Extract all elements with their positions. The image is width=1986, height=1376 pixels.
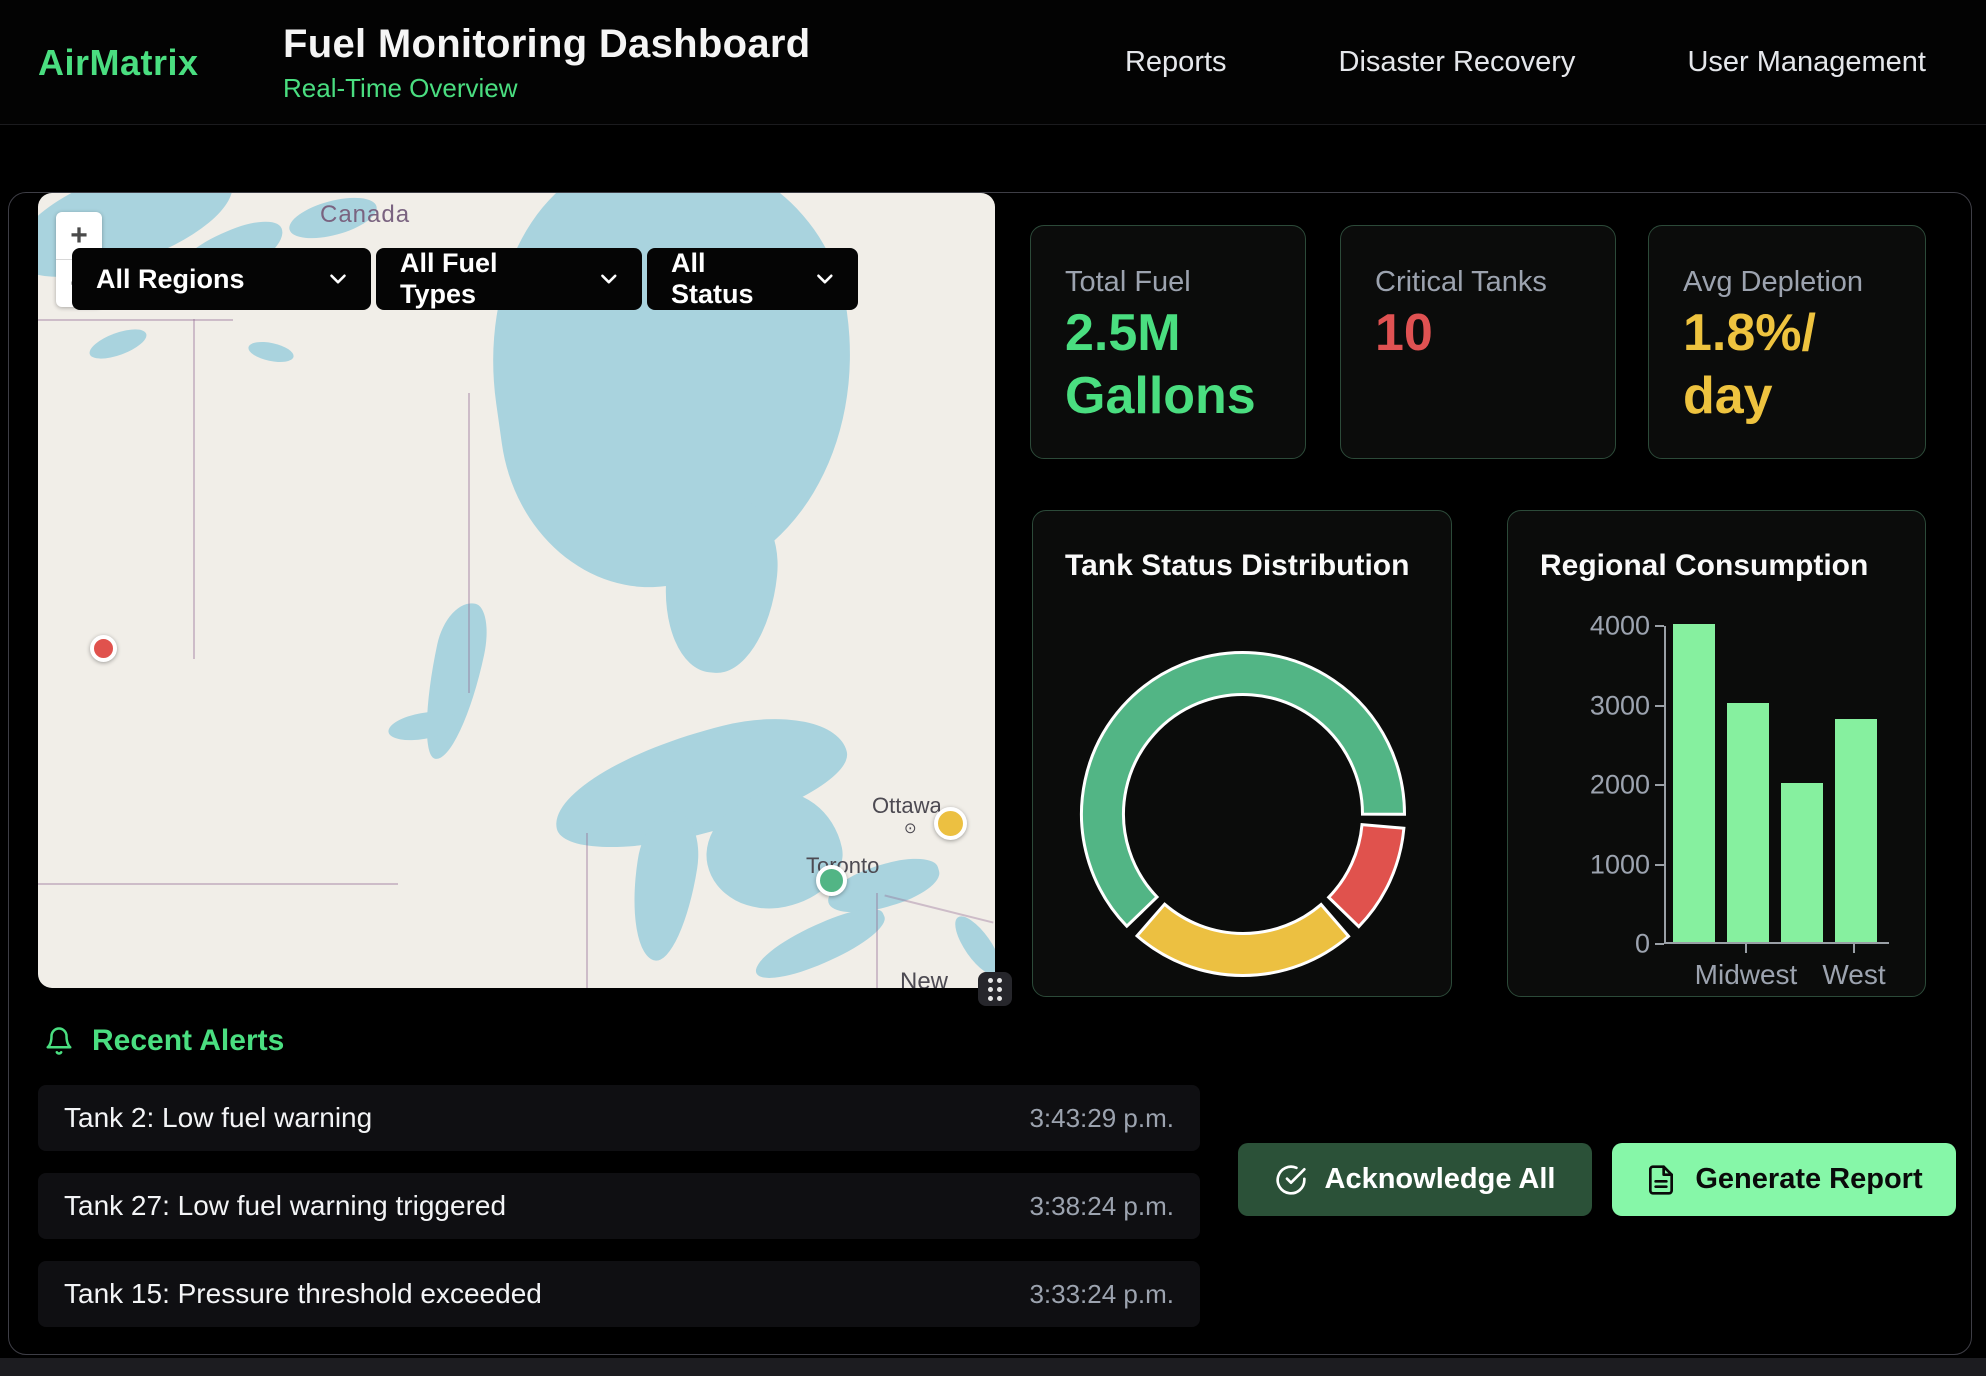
- y-tick-mark: [1655, 784, 1664, 786]
- stat-card-total-fuel: Total Fuel 2.5M Gallons: [1030, 225, 1306, 459]
- dashboard-root: AirMatrix Fuel Monitoring Dashboard Real…: [0, 0, 1986, 1376]
- boundary-line: [884, 894, 993, 923]
- page-subtitle: Real-Time Overview: [283, 73, 810, 104]
- y-tick-label: 1000: [1530, 849, 1650, 880]
- generate-report-button[interactable]: Generate Report: [1612, 1143, 1956, 1216]
- lake-shape: [247, 338, 296, 365]
- boundary-line: [38, 883, 398, 885]
- bar-West: [1835, 719, 1877, 942]
- fuel-type-filter-dropdown[interactable]: All Fuel Types: [376, 248, 642, 310]
- nav-item-user-management[interactable]: User Management: [1687, 46, 1926, 79]
- stat-label: Critical Tanks: [1375, 266, 1547, 299]
- brand-logo: AirMatrix: [38, 0, 199, 125]
- map-label-canada: Canada: [320, 201, 410, 229]
- y-tick-mark: [1655, 943, 1664, 945]
- alert-message: Tank 27: Low fuel warning triggered: [64, 1190, 506, 1222]
- nav-item-reports[interactable]: Reports: [1125, 46, 1227, 79]
- region-filter-dropdown[interactable]: All Regions: [72, 248, 371, 310]
- stat-value-line1: 10: [1375, 304, 1433, 362]
- alert-timestamp: 3:33:24 p.m.: [1029, 1279, 1174, 1310]
- y-tick-mark: [1655, 625, 1664, 627]
- donut-segment-critical: [1329, 825, 1404, 927]
- generate-report-label: Generate Report: [1695, 1163, 1922, 1196]
- map-marker-normal[interactable]: [816, 865, 847, 896]
- alert-message: Tank 2: Low fuel warning: [64, 1102, 372, 1134]
- stat-card-avg-depletion: Avg Depletion 1.8%/ day: [1648, 225, 1926, 459]
- main-nav: Reports Disaster Recovery User Managemen…: [1125, 0, 1926, 125]
- map-resize-handle[interactable]: [978, 972, 1012, 1006]
- bar-series-3: [1781, 783, 1823, 942]
- stat-value-line2: Gallons: [1065, 367, 1256, 425]
- acknowledge-all-label: Acknowledge All: [1325, 1163, 1556, 1196]
- recent-alerts-header: Recent Alerts: [44, 1024, 284, 1058]
- title-block: Fuel Monitoring Dashboard Real-Time Over…: [283, 0, 810, 125]
- bell-icon: [44, 1025, 74, 1057]
- map-label-ottawa: Ottawa: [872, 793, 942, 819]
- check-circle-icon: [1275, 1164, 1307, 1196]
- bar-Midwest: [1727, 703, 1769, 942]
- regional-consumption-bar-chart: [1664, 626, 1889, 944]
- stat-label: Total Fuel: [1065, 266, 1191, 299]
- status-filter-dropdown[interactable]: All Status: [647, 248, 858, 310]
- stat-label: Avg Depletion: [1683, 266, 1863, 299]
- stat-value-line1: 2.5M: [1065, 304, 1181, 362]
- stat-value: 2.5M Gallons: [1065, 302, 1256, 428]
- alert-row[interactable]: Tank 2: Low fuel warning 3:43:29 p.m.: [38, 1085, 1200, 1151]
- stat-value: 1.8%/ day: [1683, 302, 1816, 428]
- map-filter-bar: All Regions All Fuel Types All Status: [72, 248, 858, 310]
- alert-row[interactable]: Tank 27: Low fuel warning triggered 3:38…: [38, 1173, 1200, 1239]
- y-tick-mark: [1655, 864, 1664, 866]
- footer-strip: [0, 1358, 1986, 1376]
- file-text-icon: [1645, 1164, 1677, 1196]
- stat-value: 10: [1375, 302, 1433, 365]
- app-header: AirMatrix Fuel Monitoring Dashboard Real…: [0, 0, 1986, 125]
- bar-series-1: [1673, 624, 1715, 942]
- lake-shape: [86, 323, 150, 364]
- map[interactable]: Canada Ottawa ⊙ Toronto New York + − All…: [38, 193, 995, 988]
- y-tick-label: 2000: [1530, 770, 1650, 801]
- alert-message: Tank 15: Pressure threshold exceeded: [64, 1278, 542, 1310]
- tank-status-card: Tank Status Distribution: [1032, 510, 1452, 997]
- chevron-down-icon: [325, 266, 351, 292]
- nav-item-disaster-recovery[interactable]: Disaster Recovery: [1339, 46, 1576, 79]
- x-tick-mark: [1745, 944, 1747, 953]
- boundary-line: [876, 893, 878, 988]
- status-filter-value: All Status: [671, 248, 794, 310]
- lake-winnipeg-shape: [414, 598, 494, 764]
- lake-erie-shape: [748, 898, 891, 988]
- tank-status-donut-chart: [1073, 644, 1413, 984]
- boundary-line: [586, 833, 588, 988]
- map-marker-critical[interactable]: [90, 635, 117, 662]
- fuel-type-filter-value: All Fuel Types: [400, 248, 578, 310]
- regional-consumption-card: Regional Consumption Midwest West 0 1000 200…: [1507, 510, 1926, 997]
- regional-consumption-title: Regional Consumption: [1540, 549, 1868, 583]
- stat-card-critical-tanks: Critical Tanks 10: [1340, 225, 1616, 459]
- alert-timestamp: 3:43:29 p.m.: [1029, 1103, 1174, 1134]
- x-tick-label: West: [1822, 959, 1885, 991]
- chevron-down-icon: [812, 266, 838, 292]
- page-title: Fuel Monitoring Dashboard: [283, 22, 810, 67]
- alert-row[interactable]: Tank 15: Pressure threshold exceeded 3:3…: [38, 1261, 1200, 1327]
- donut-segment-warning: [1137, 904, 1348, 975]
- acknowledge-all-button[interactable]: Acknowledge All: [1238, 1143, 1592, 1216]
- y-tick-label: 3000: [1530, 690, 1650, 721]
- boundary-line: [193, 319, 195, 659]
- y-tick-label: 0: [1530, 929, 1650, 960]
- map-marker-warning[interactable]: [934, 807, 967, 840]
- region-filter-value: All Regions: [96, 264, 245, 295]
- alert-timestamp: 3:38:24 p.m.: [1029, 1191, 1174, 1222]
- chevron-down-icon: [596, 266, 622, 292]
- tank-status-title: Tank Status Distribution: [1065, 549, 1409, 583]
- recent-alerts-title: Recent Alerts: [92, 1024, 284, 1058]
- y-tick-mark: [1655, 705, 1664, 707]
- y-tick-label: 4000: [1530, 611, 1650, 642]
- boundary-line: [38, 319, 233, 321]
- x-tick-label: Midwest: [1695, 959, 1798, 991]
- stat-value-line1: 1.8%/: [1683, 304, 1816, 362]
- stat-value-line2: day: [1683, 367, 1773, 425]
- town-dot-icon: ⊙: [904, 819, 917, 837]
- boundary-line: [468, 393, 470, 693]
- x-tick-mark: [1853, 944, 1855, 953]
